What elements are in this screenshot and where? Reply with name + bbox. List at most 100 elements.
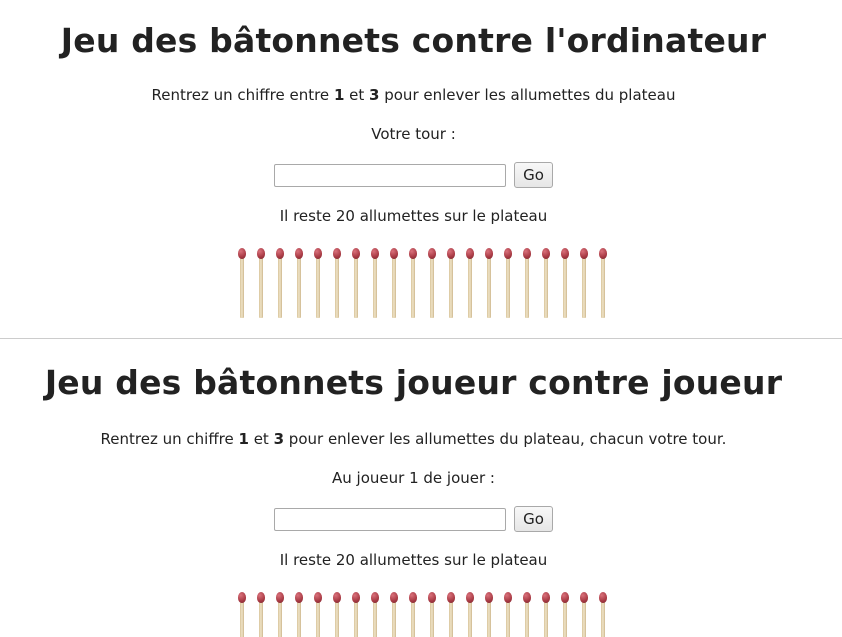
turn-label: Au joueur 1 de jouer : [332,469,495,487]
match-head [580,592,588,603]
game-vs-computer: Jeu des bâtonnets contre l'ordinateur Re… [0,0,827,338]
instructions-text-after: pour enlever les allumettes du plateau [379,86,676,104]
remaining-text: Il reste 20 allumettes sur le plateau [279,207,548,225]
instructions-min: 1 [238,430,249,448]
match-head [371,248,379,259]
matchstick-icon [580,248,588,318]
turn-label: Votre tour : [371,125,456,143]
instructions: Rentrez un chiffre 1 et 3 pour enlever l… [0,403,827,449]
matchstick-icon [409,248,417,318]
match-head [561,248,569,259]
matchstick-icon [314,248,322,318]
match-stick [392,598,396,637]
instructions-max: 3 [369,86,380,104]
matchstick-icon [466,592,474,637]
match-head [276,248,284,259]
match-head [295,592,303,603]
match-stick [544,598,548,637]
match-head [276,592,284,603]
instructions: Rentrez un chiffre entre 1 et 3 pour enl… [0,61,827,105]
match-stick [430,254,434,318]
instructions-text-middle: et [248,430,274,448]
move-input[interactable] [274,163,507,187]
matchstick-icon [390,248,398,318]
match-head [409,248,417,259]
match-head [238,592,246,603]
instructions-min: 1 [333,86,345,104]
match-head [542,592,550,603]
matchstick-icon [580,592,588,637]
instructions-max: 3 [273,430,285,448]
go-button[interactable]: Go [514,506,553,532]
matchstick-icon [447,592,455,637]
matchstick-icon [504,248,512,318]
matchstick-icon [504,592,512,637]
matchstick-icon [485,592,493,637]
match-stick [240,254,244,318]
match-stick [316,254,320,318]
match-head [485,592,493,603]
match-stick [240,598,244,637]
match-stick [601,598,605,637]
matchstick-icon [523,248,531,318]
instructions-text-before: Rentrez un chiffre entre [151,86,334,104]
match-head [238,248,246,259]
match-stick [544,254,548,318]
instructions-text-after: pour enlever les allumettes du plateau, … [284,430,727,448]
matchstick-icon [333,248,341,318]
matchstick-icon [542,248,550,318]
matchstick-icon [542,592,550,637]
match-stick [582,598,586,637]
match-stick [373,254,377,318]
match-head [257,592,265,603]
match-stick [468,598,472,637]
match-stick [259,254,263,318]
match-head [390,248,398,259]
match-stick [297,598,301,637]
match-head [580,248,588,259]
match-board [18,592,827,637]
move-input[interactable] [274,507,507,531]
match-head [409,592,417,603]
match-head [314,248,322,259]
match-head [447,248,455,259]
match-head [466,248,474,259]
match-stick [582,254,586,318]
matchstick-icon [295,592,303,637]
match-stick [430,598,434,637]
match-head [504,592,512,603]
match-stick [506,254,510,318]
matchstick-icon [428,248,436,318]
match-stick [335,254,339,318]
matchstick-icon [257,248,265,318]
match-stick [335,598,339,637]
match-head [428,248,436,259]
matchstick-icon [599,248,607,318]
matchstick-icon [276,592,284,637]
matchstick-icon [276,248,284,318]
match-stick [563,598,567,637]
matchstick-icon [599,592,607,637]
matchstick-icon [238,592,246,637]
match-stick [373,598,377,637]
match-head [314,592,322,603]
match-head [599,592,607,603]
match-stick [259,598,263,637]
matchstick-icon [371,248,379,318]
game-player-vs-player: Jeu des bâtonnets joueur contre joueur R… [0,338,827,637]
match-head [466,592,474,603]
match-stick [525,254,529,318]
match-stick [297,254,301,318]
match-stick [278,598,282,637]
match-head [599,248,607,259]
instructions-text-middle: et [344,86,370,104]
match-head [333,248,341,259]
match-head [352,592,360,603]
match-stick [563,254,567,318]
match-stick [354,598,358,637]
match-stick [354,254,358,318]
match-stick [525,598,529,637]
go-button[interactable]: Go [514,162,553,188]
move-form: Go [0,161,827,189]
matchstick-icon [352,248,360,318]
